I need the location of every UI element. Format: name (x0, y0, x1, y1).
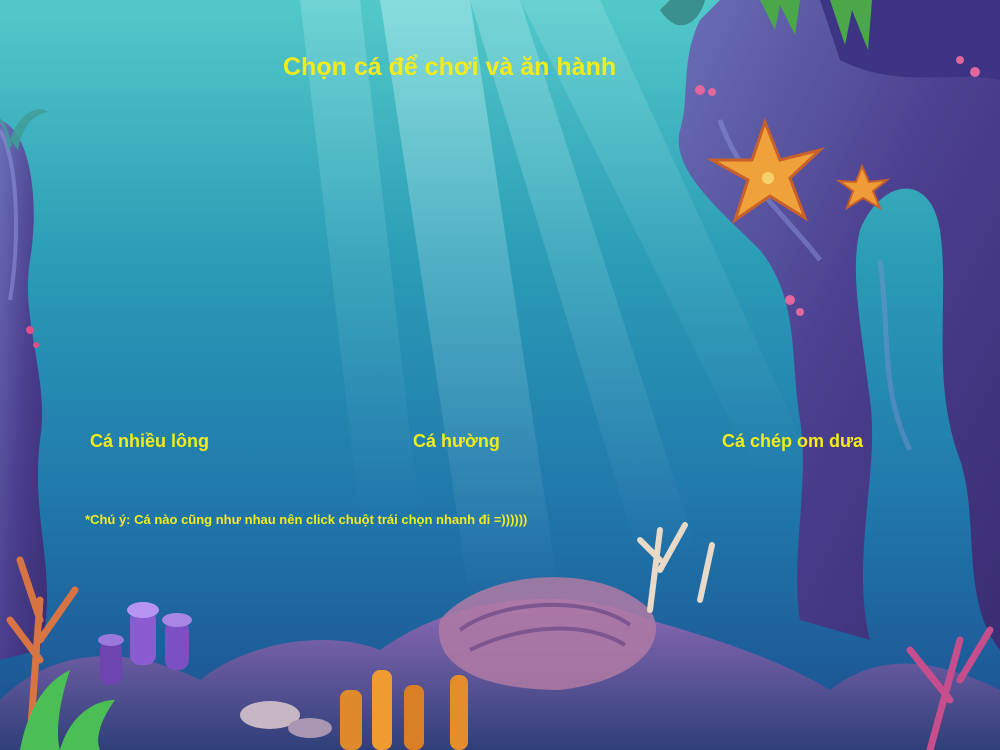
fish-option-nhieu-long[interactable]: Cá nhiều lông (90, 430, 209, 452)
page-title: Chọn cá để chơi và ăn hành (283, 53, 617, 81)
fish-option-chep-om-dua[interactable]: Cá chép om dưa (722, 430, 863, 452)
underwater-background (0, 0, 1000, 750)
fish-option-huong[interactable]: Cá hường (413, 430, 500, 452)
game-screen: Chọn cá để chơi và ăn hành Cá nhiều lông… (0, 0, 1000, 750)
hint-note: *Chú ý: Cá nào cũng như nhau nên click c… (85, 512, 528, 527)
